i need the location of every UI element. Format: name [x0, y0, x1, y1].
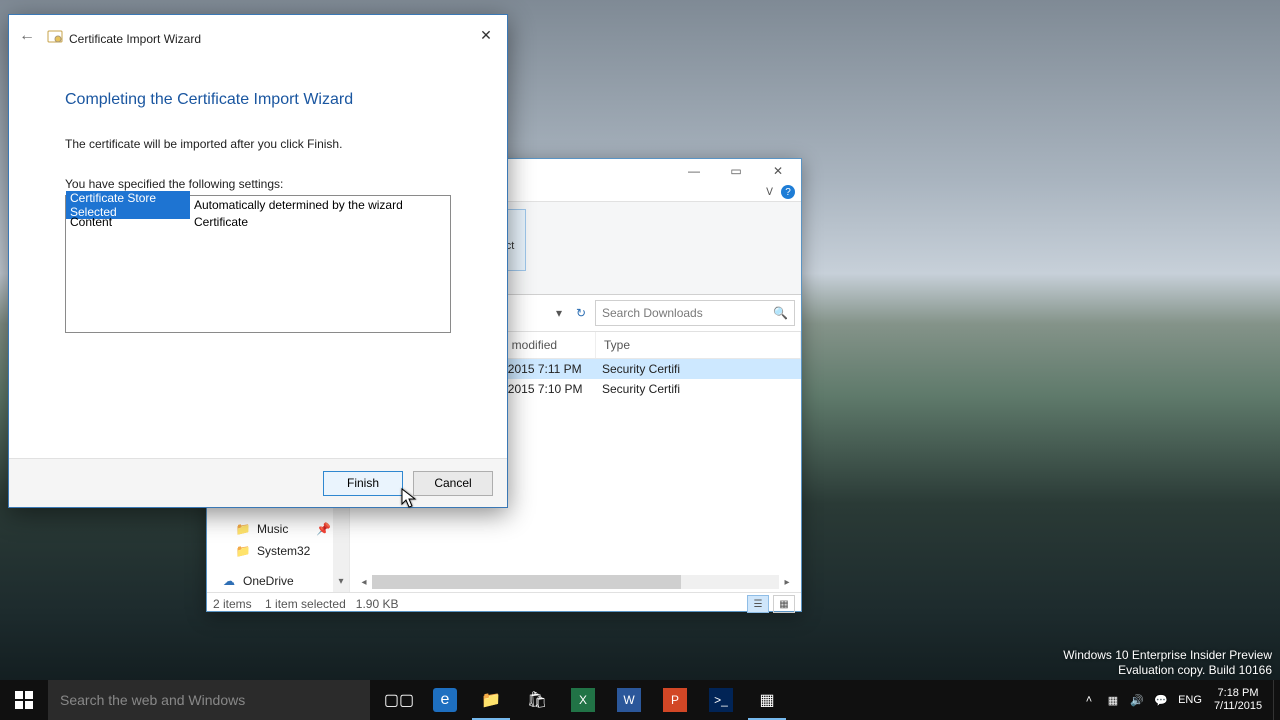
folder-icon: 📁 [235, 521, 251, 537]
taskbar-search[interactable]: Search the web and Windows [48, 680, 370, 720]
desktop: — ▭ ✕ ᐯ ? me▾ [0, 0, 1280, 720]
search-icon: 🔍 [773, 306, 788, 320]
network-icon[interactable]: ▦ [1101, 680, 1125, 720]
collapse-ribbon-icon[interactable]: ᐯ [766, 187, 773, 198]
wizard-settings-label: You have specified the following setting… [65, 177, 451, 191]
status-items: 2 items [213, 597, 252, 611]
wizard-description: The certificate will be imported after y… [65, 137, 451, 151]
refresh-icon[interactable]: ↻ [573, 306, 589, 320]
volume-icon[interactable]: 🔊 [1125, 680, 1149, 720]
nav-item-system32[interactable]: 📁 System32 [207, 540, 349, 562]
settings-row[interactable]: Content Certificate [66, 213, 450, 230]
word-icon: W [617, 688, 641, 712]
folder-icon: 📁 [479, 688, 503, 712]
taskbar-powerpoint[interactable]: P [652, 680, 698, 720]
task-view-button[interactable]: ▢▢ [376, 680, 422, 720]
taskbar-running-app[interactable]: ▦ [744, 680, 790, 720]
taskbar-edge[interactable]: e [422, 680, 468, 720]
close-button[interactable]: ✕ [471, 23, 501, 47]
system-tray: ˄ ▦ 🔊 💬 ENG 7:18 PM 7/11/2015 [1077, 680, 1280, 720]
nav-item-onedrive[interactable]: ☁ OneDrive [207, 570, 349, 592]
task-view-icon: ▢▢ [387, 688, 411, 712]
wizard-title: Certificate Import Wizard [47, 29, 201, 48]
column-type[interactable]: Type [596, 332, 801, 358]
cancel-button[interactable]: Cancel [413, 471, 493, 496]
certificate-icon [47, 29, 63, 48]
close-button[interactable]: ✕ [757, 160, 799, 182]
settings-row[interactable]: Certificate Store Selected Automatically… [66, 196, 450, 213]
taskbar-clock[interactable]: 7:18 PM 7/11/2015 [1207, 687, 1269, 713]
search-input[interactable]: Search Downloads 🔍 [595, 300, 795, 326]
show-desktop-button[interactable] [1273, 680, 1280, 720]
powershell-icon: >_ [709, 688, 733, 712]
notifications-icon[interactable]: 💬 [1149, 680, 1173, 720]
status-selected: 1 item selected [265, 597, 346, 611]
finish-button[interactable]: Finish [323, 471, 403, 496]
minimize-button[interactable]: — [673, 160, 715, 182]
wizard-heading: Completing the Certificate Import Wizard [65, 91, 451, 109]
maximize-button[interactable]: ▭ [715, 160, 757, 182]
back-button[interactable]: ← [19, 27, 35, 45]
store-icon: 🛍 [525, 688, 549, 712]
horizontal-scrollbar[interactable]: ◂▸ [356, 574, 795, 590]
help-icon[interactable]: ? [781, 185, 795, 199]
taskbar: Search the web and Windows ▢▢ e 📁 🛍 X W … [0, 680, 1280, 720]
settings-list[interactable]: Certificate Store Selected Automatically… [65, 195, 451, 333]
tray-overflow-icon[interactable]: ˄ [1077, 680, 1101, 720]
address-dropdown-icon[interactable]: ▾ [551, 306, 567, 320]
start-button[interactable] [0, 680, 48, 720]
edge-icon: e [433, 688, 457, 712]
status-bar: 2 items 1 item selected 1.90 KB ☰ ▦ [207, 592, 801, 615]
nav-item-music[interactable]: 📁 Music 📌 [207, 518, 349, 540]
taskbar-explorer[interactable]: 📁 [468, 680, 514, 720]
cloud-icon: ☁ [221, 573, 237, 589]
details-view-button[interactable]: ☰ [747, 595, 769, 613]
excel-icon: X [571, 688, 595, 712]
icons-view-button[interactable]: ▦ [773, 595, 795, 613]
folder-icon: 📁 [235, 543, 251, 559]
status-size: 1.90 KB [356, 597, 399, 611]
powerpoint-icon: P [663, 688, 687, 712]
pin-icon: 📌 [316, 522, 331, 536]
taskbar-word[interactable]: W [606, 680, 652, 720]
certificate-import-wizard: ← Certificate Import Wizard ✕ Completing… [8, 14, 508, 508]
taskbar-excel[interactable]: X [560, 680, 606, 720]
language-indicator[interactable]: ENG [1173, 680, 1207, 720]
taskbar-powershell[interactable]: >_ [698, 680, 744, 720]
app-icon: ▦ [755, 688, 779, 712]
taskbar-store[interactable]: 🛍 [514, 680, 560, 720]
desktop-watermark: Windows 10 Enterprise Insider Preview Ev… [1063, 648, 1272, 678]
